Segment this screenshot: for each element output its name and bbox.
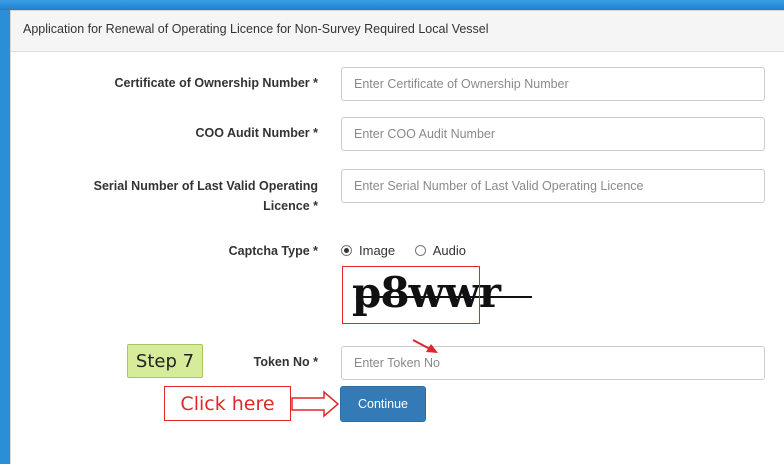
continue-button[interactable]: Continue: [340, 386, 426, 422]
captcha-arrow-line: [412, 339, 431, 350]
click-here-arrow-icon: [291, 390, 340, 418]
